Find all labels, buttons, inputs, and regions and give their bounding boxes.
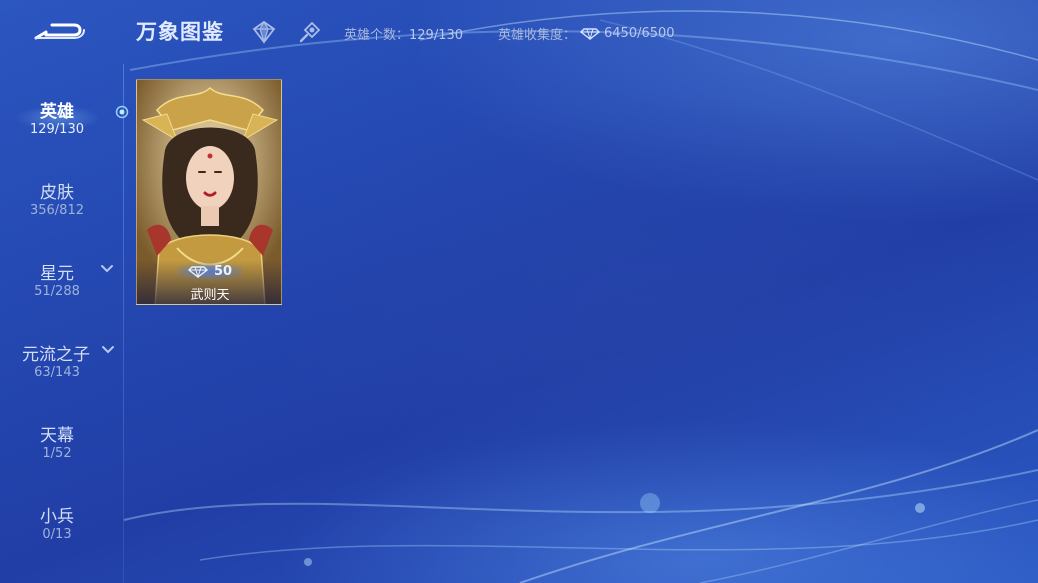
hero-count-value: 129/130 xyxy=(409,28,464,43)
sidebar-item-label: 英雄 xyxy=(40,102,74,122)
sidebar-item-spirit-treasure[interactable]: 灵宝 xyxy=(0,564,124,583)
chevron-down-icon[interactable] xyxy=(100,262,114,276)
hero-collection-stat: 英雄收集度： 6450/6500 xyxy=(498,24,675,43)
hero-card[interactable]: 50 武则天 xyxy=(136,79,282,305)
top-bar: 万象图鉴 英雄个数：129/130 英雄收集度： 6450/6500 xyxy=(0,0,1038,64)
sidebar-item-label: 皮肤 xyxy=(40,183,74,203)
sidebar-item-label: 天幕 xyxy=(40,426,74,446)
hero-card-value: 50 xyxy=(137,263,281,280)
card-value-number: 50 xyxy=(213,264,233,279)
sidebar-item-element-children[interactable]: 元流之子 63/143 xyxy=(0,321,124,401)
page-title: 万象图鉴 xyxy=(136,20,224,44)
sidebar-item-heroes[interactable]: 英雄 129/130 xyxy=(0,78,129,158)
sidebar-item-star-element[interactable]: 星元 51/288 xyxy=(0,240,124,320)
sidebar-item-label: 星元 xyxy=(40,264,74,284)
sidebar-item-count: 1/52 xyxy=(42,446,72,461)
search-button[interactable] xyxy=(298,20,322,44)
hero-collection-value: 6450/6500 xyxy=(604,26,675,41)
category-sidebar: 英雄 129/130 皮肤 356/812 星元 51/288 元流之子 63/… xyxy=(0,64,129,583)
hero-count-stat: 英雄个数：129/130 xyxy=(344,24,463,43)
sidebar-item-minions[interactable]: 小兵 0/13 xyxy=(0,483,124,563)
sidebar-item-sky-curtain[interactable]: 天幕 1/52 xyxy=(0,402,124,482)
sidebar-item-label: 小兵 xyxy=(40,507,74,527)
sidebar-item-count: 51/288 xyxy=(34,284,80,299)
filter-icon xyxy=(252,20,276,45)
sidebar-item-count: 63/143 xyxy=(34,365,80,380)
filter-button[interactable] xyxy=(252,20,276,45)
search-icon xyxy=(299,21,321,43)
hero-collection-label: 英雄收集度： xyxy=(498,28,577,43)
card-value-badge: 50 xyxy=(177,263,243,280)
sidebar-item-count: 129/130 xyxy=(29,122,84,137)
chevron-down-icon[interactable] xyxy=(101,343,115,357)
sidebar-item-skins[interactable]: 皮肤 356/812 xyxy=(0,159,124,239)
sidebar-item-count: 356/812 xyxy=(29,203,84,218)
back-arrow-icon xyxy=(34,23,85,40)
hero-count-label: 英雄个数： xyxy=(344,28,410,43)
sidebar-item-count: 0/13 xyxy=(42,527,72,542)
back-button[interactable] xyxy=(30,16,88,46)
active-indicator-icon xyxy=(115,105,129,119)
sidebar-divider xyxy=(123,64,124,583)
gem-icon xyxy=(580,27,601,40)
gem-icon xyxy=(187,265,208,278)
hero-card-name: 武则天 xyxy=(190,288,230,303)
